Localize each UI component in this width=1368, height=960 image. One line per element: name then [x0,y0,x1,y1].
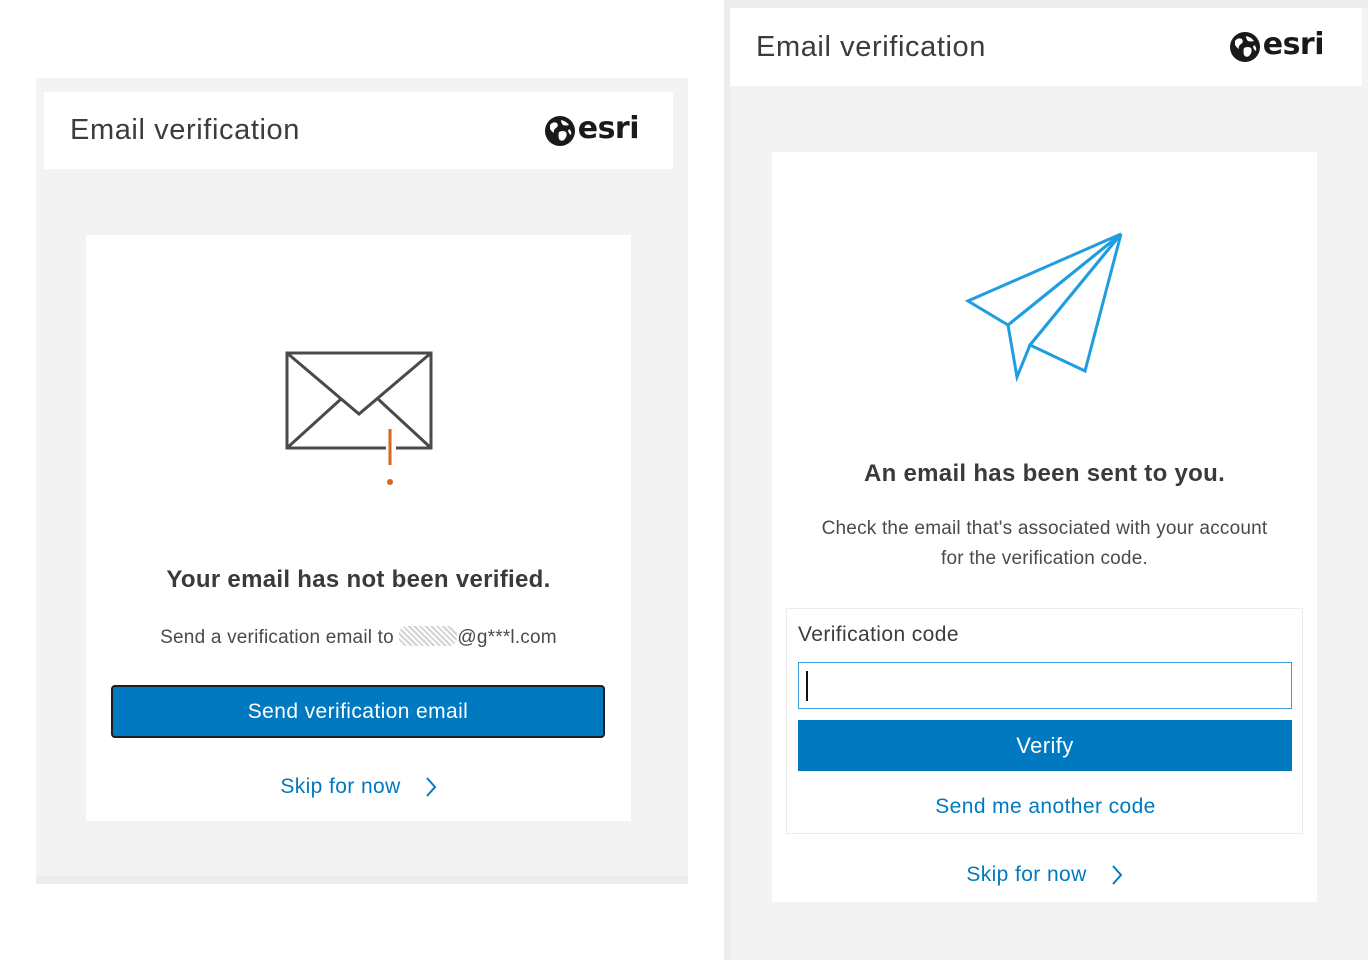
header: Email verification esri [730,8,1362,86]
send-another-code-link[interactable]: Send me another code [787,792,1304,822]
email-not-verified-screen: Email verification esri Your email has n… [36,78,688,884]
page-title: Email verification [70,114,300,146]
skip-link-label: Skip for now [280,775,401,798]
page-title: Email verification [756,30,986,63]
globe-icon [544,115,575,146]
email-sent-screen: Email verification esri An email has bee… [724,0,1368,960]
logo-text: esri [1262,27,1325,62]
redacted-email-user [399,626,458,646]
verification-code-label: Verification code [798,623,959,646]
chevron-right-icon [425,777,437,797]
verify-button[interactable]: Verify [798,720,1292,771]
status-heading: Your email has not been verified. [166,566,551,593]
chevron-right-icon [1111,865,1123,885]
send-verification-email-button[interactable]: Send verification email [111,685,605,738]
esri-logo: esri [544,110,640,147]
masked-email-domain: @g***l.com [457,627,557,648]
status-heading: An email has been sent to you. [863,460,1226,487]
skip-for-now-link[interactable]: Skip for now [772,860,1317,890]
logo-text: esri [577,110,640,146]
verification-card: Your email has not been verified. Send a… [86,235,631,821]
paper-plane-icon [964,232,1123,382]
envelope-warning-icon [285,351,433,485]
message-text: Send a verification email to [160,627,400,648]
verification-code-form: Verification code Verify Send me another… [786,608,1303,834]
text-cursor [806,671,808,701]
skip-for-now-link[interactable]: Skip for now [86,772,631,802]
verification-message-line-2: for the verification code. [941,548,1148,569]
globe-icon [1229,32,1260,62]
verification-message-line-1: Check the email that's associated with y… [821,518,1268,539]
verification-message: Send a verification email to @g***l.com [86,622,631,653]
esri-logo: esri [1229,27,1325,63]
header: Email verification esri [44,92,673,169]
verification-card: An email has been sent to you. Check the… [772,152,1317,902]
verification-code-input[interactable] [798,662,1292,709]
skip-link-label: Skip for now [966,863,1087,886]
